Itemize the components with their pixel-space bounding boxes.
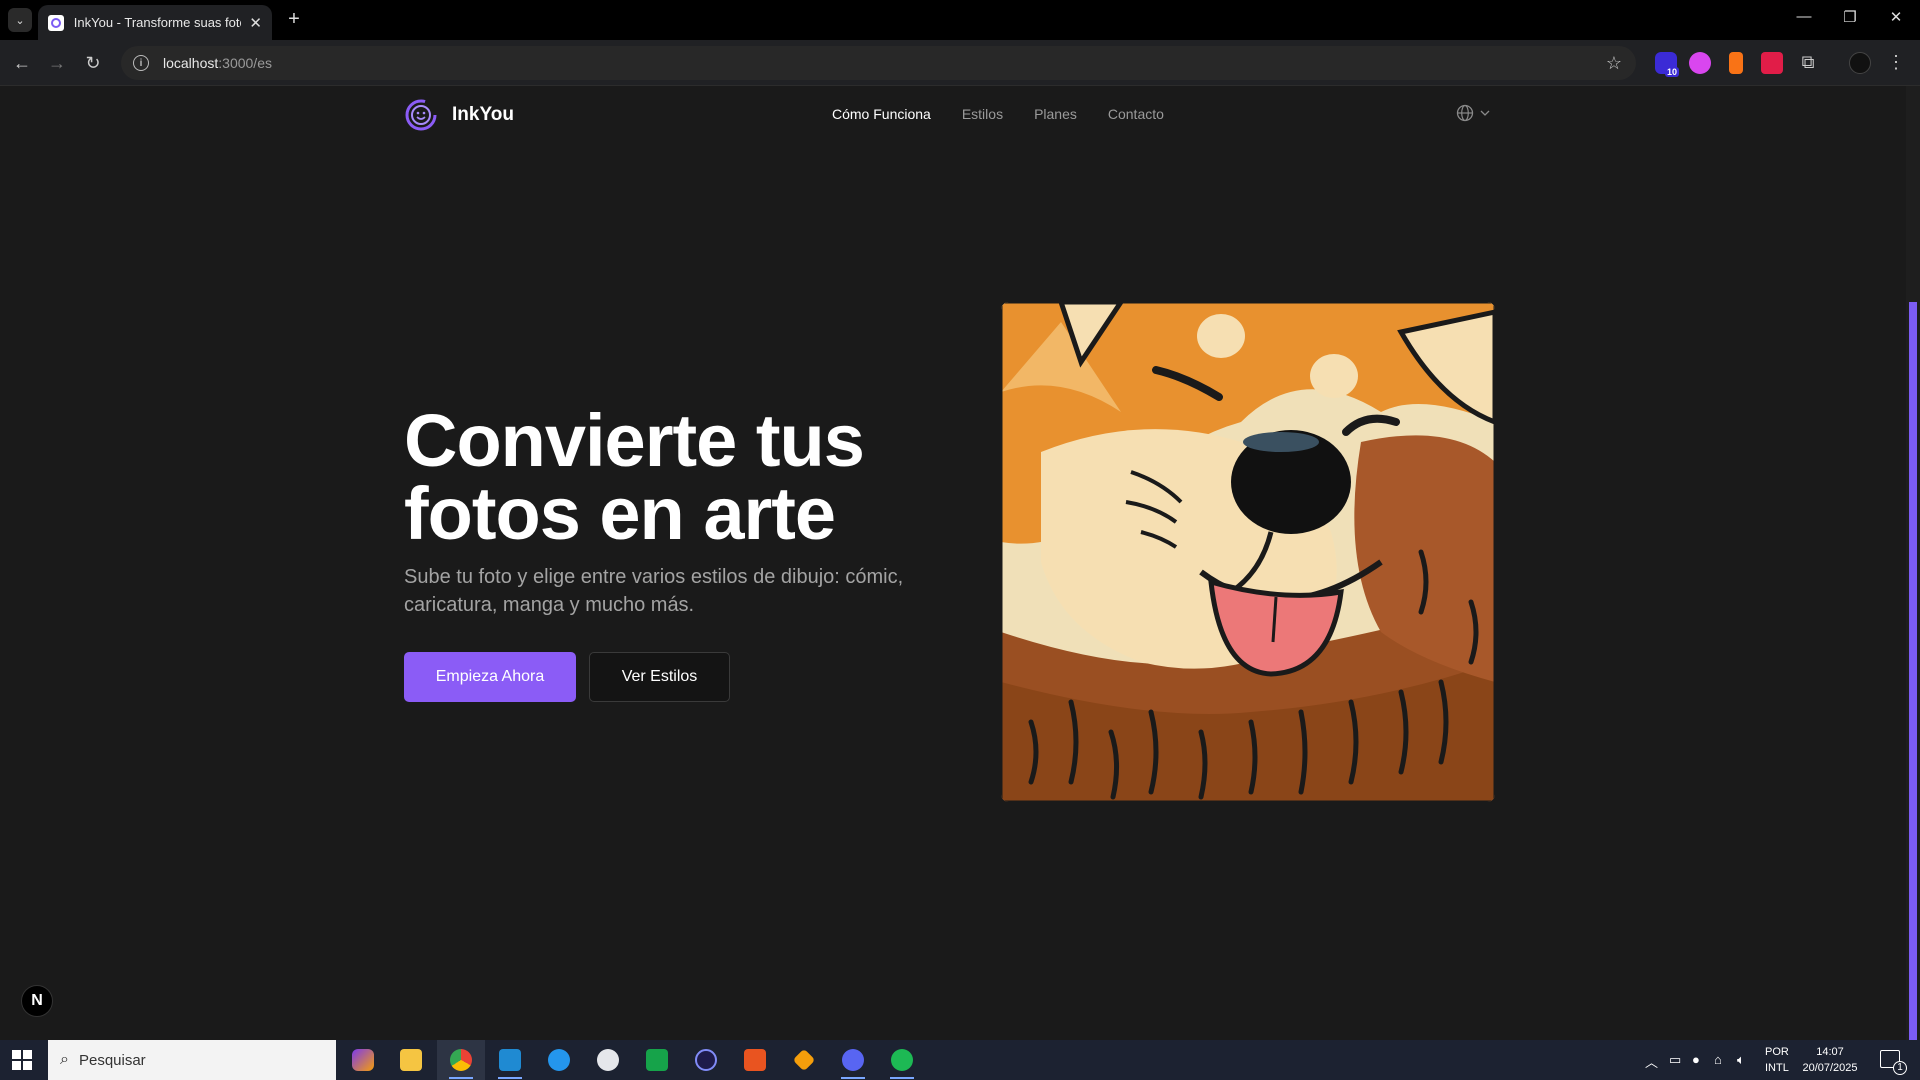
nav-link-planes[interactable]: Planes [1034,106,1077,122]
taskbar-git-icon[interactable] [780,1040,828,1080]
clock-time: 14:07 [1816,1046,1844,1058]
taskbar-search-box[interactable]: ⌕ Pesquisar [48,1040,336,1080]
chevron-down-icon [1480,110,1490,116]
nextjs-dev-badge[interactable]: N [21,985,53,1017]
webpage: InkYou Cómo Funciona Estilos Planes Cont… [0,86,1906,1040]
hero-title-line: Convierte tus [404,399,865,482]
taskbar-app-icon[interactable] [682,1040,730,1080]
address-bar[interactable]: i localhost:3000/es ☆ [121,46,1636,80]
browser-menu-icon[interactable]: ⋮ [1885,52,1907,74]
meet-now-icon[interactable]: ▭ [1669,1052,1681,1068]
profile-avatar[interactable] [1849,52,1871,74]
hero-subtitle: Sube tu foto y elige entre varios estilo… [404,566,904,616]
extension-icon[interactable] [1689,52,1711,74]
browser-toolbar: ← → ↻ i localhost:3000/es ☆ 10 ⧉ ⋮ [0,40,1920,86]
globe-icon [1456,104,1474,122]
page-scrollbar[interactable] [1906,86,1920,1040]
notification-count: 1 [1893,1061,1907,1075]
tab-search-button[interactable]: ⌄ [8,8,32,32]
restore-window-button[interactable]: ❐ [1835,8,1865,26]
minimize-window-button[interactable]: — [1789,8,1819,25]
bookmark-star-icon[interactable]: ☆ [1606,53,1622,74]
keyboard-layout: INTL [1765,1062,1789,1074]
extensions-puzzle-icon[interactable]: ⧉ [1797,52,1819,74]
site-info-icon[interactable]: i [133,55,149,71]
taskbar-ubuntu-icon[interactable] [731,1040,779,1080]
inkyou-logo-icon[interactable] [404,98,438,132]
taskbar-chrome-icon[interactable] [437,1040,485,1080]
scrollbar-thumb[interactable] [1909,302,1917,1040]
url-path: :3000/es [218,55,272,71]
windows-start-icon[interactable] [12,1050,32,1070]
site-favicon-icon [48,14,64,31]
view-styles-button[interactable]: Ver Estilos [589,652,730,702]
taskbar-docker-icon[interactable] [535,1040,583,1080]
taskbar-app-icon[interactable] [633,1040,681,1080]
search-icon: ⌕ [60,1051,69,1068]
notification-center-icon[interactable]: 1 [1880,1050,1907,1075]
brand-name[interactable]: InkYou [452,104,514,126]
reload-button[interactable]: ↻ [81,51,105,75]
hero-title: Convierte tus fotos en arte [404,399,964,555]
taskbar-copilot-icon[interactable] [339,1040,387,1080]
extension-icon[interactable] [1729,52,1743,74]
windows-taskbar: ⌕ Pesquisar ︿ ▭ ● ⌂ 🔈︎ POR INTL 14:07 20… [0,1040,1920,1080]
search-placeholder: Pesquisar [78,1051,146,1069]
network-icon[interactable]: ⌂ [1714,1052,1722,1067]
microphone-icon[interactable]: ● [1692,1052,1700,1067]
nav-link-estilos[interactable]: Estilos [962,106,1003,122]
taskbar-clock[interactable]: 14:07 20/07/2025 [1800,1044,1860,1076]
browser-tab[interactable]: InkYou - Transforme suas fotos ✕ [38,5,272,40]
site-header: InkYou Cómo Funciona Estilos Planes Cont… [404,86,1496,144]
show-hidden-icons-chevron-icon[interactable]: ︿ [1645,1052,1658,1071]
taskbar-file-explorer-icon[interactable] [387,1040,435,1080]
forward-button[interactable]: → [45,51,69,75]
close-window-button[interactable]: ✕ [1881,8,1911,26]
clock-date: 20/07/2025 [1802,1062,1858,1074]
start-now-button[interactable]: Empieza Ahora [404,652,576,702]
nav-link-contacto[interactable]: Contacto [1108,106,1164,122]
taskbar-app-icon[interactable] [584,1040,632,1080]
close-tab-icon[interactable]: ✕ [249,14,262,32]
extension-icon[interactable] [1761,52,1783,74]
taskbar-vscode-icon[interactable] [486,1040,534,1080]
extension-badge-icon[interactable]: 10 [1655,52,1679,77]
taskbar-discord-icon[interactable] [829,1040,877,1080]
keyboard-language-indicator[interactable]: POR INTL [1765,1044,1789,1076]
new-tab-button[interactable]: + [282,8,306,32]
language-code: POR [1765,1046,1789,1058]
volume-icon[interactable]: 🔈︎ [1737,1052,1745,1068]
back-button[interactable]: ← [10,51,34,75]
language-selector[interactable] [1456,104,1490,122]
extension-badge-count: 10 [1664,67,1679,77]
main-nav: Cómo Funciona Estilos Planes Contacto [832,106,1164,122]
url-host: localhost [163,55,219,71]
tab-title: InkYou - Transforme suas fotos [73,15,242,30]
hero-dog-illustration [1001,302,1495,802]
nav-link-como-funciona[interactable]: Cómo Funciona [832,106,931,122]
browser-tab-bar: ⌄ InkYou - Transforme suas fotos ✕ + — ❐… [0,0,1920,40]
hero-title-line: fotos en arte [404,472,836,555]
taskbar-spotify-icon[interactable] [878,1040,926,1080]
